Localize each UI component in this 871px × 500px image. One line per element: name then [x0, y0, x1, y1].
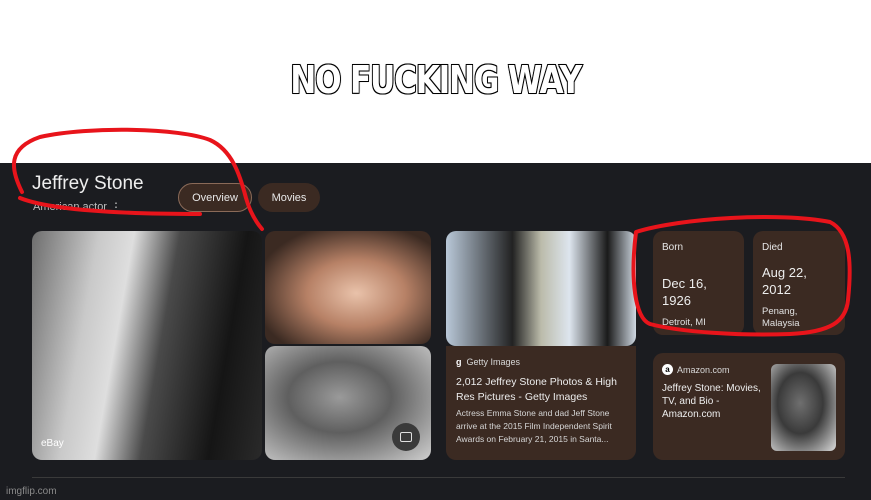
red-scribble-dates: [631, 215, 852, 337]
red-annotation-scribbles: [12, 127, 852, 337]
red-scribble-name: [12, 127, 264, 231]
